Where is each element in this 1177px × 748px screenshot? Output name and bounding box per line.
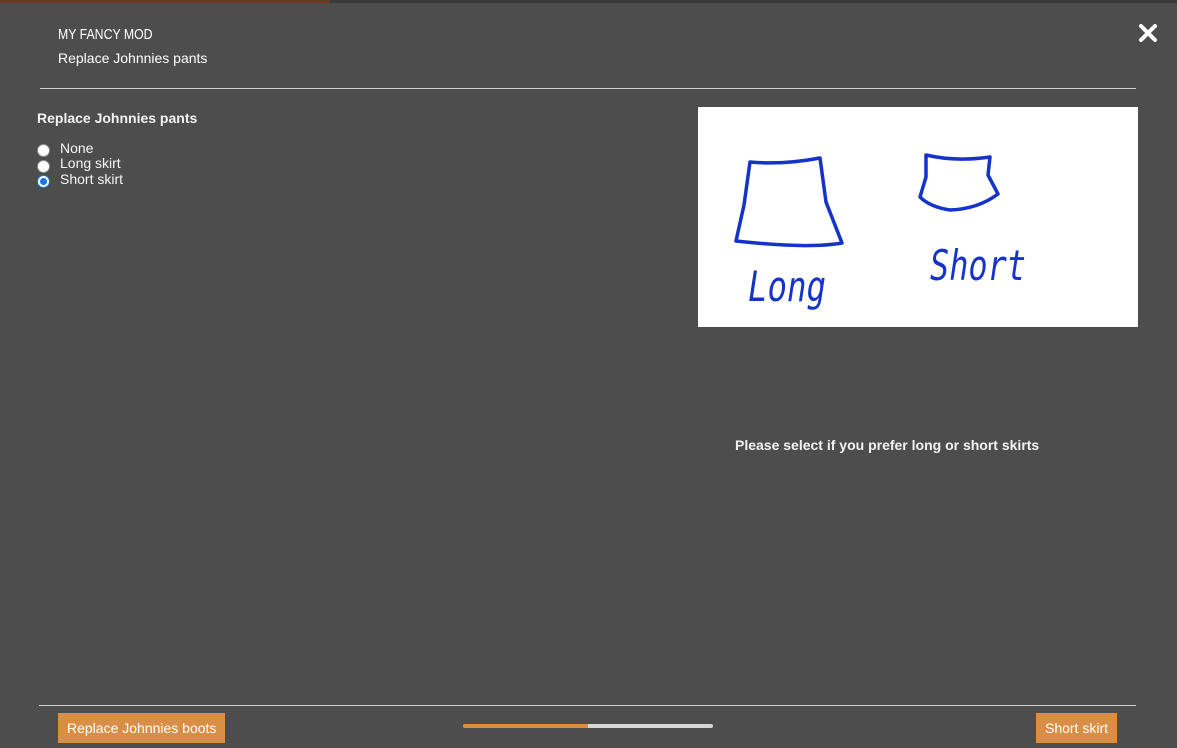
top-strip-accent	[0, 0, 330, 3]
close-icon	[1139, 24, 1157, 42]
option-label: Short skirt	[60, 170, 124, 187]
close-button[interactable]	[1137, 22, 1159, 44]
top-strip	[0, 0, 1177, 3]
option-label: None	[60, 139, 94, 156]
step-description: Please select if you prefer long or shor…	[735, 437, 1040, 453]
next-step-button[interactable]: Short skirt	[1035, 713, 1117, 743]
short-skirt-drawing	[918, 153, 1000, 212]
option-none[interactable]: None	[37, 139, 123, 158]
footer-divider	[39, 705, 1136, 706]
previous-step-button[interactable]: Replace Johnnies boots	[58, 713, 226, 743]
long-skirt-drawing	[734, 156, 844, 248]
group-title: Replace Johnnies pants	[37, 110, 198, 126]
option-list: None Long skirt Short skirt	[37, 139, 124, 189]
preview-image: Long Short	[698, 107, 1138, 327]
skirt-sketch: Long Short	[734, 153, 1026, 311]
long-label: Long	[748, 262, 826, 311]
option-short-skirt[interactable]: Short skirt	[37, 170, 124, 189]
progress-fill	[463, 724, 588, 728]
radio-long-skirt[interactable]	[37, 159, 50, 173]
short-label: Short	[930, 241, 1026, 290]
radio-short-skirt[interactable]	[37, 175, 50, 189]
mod-name: My Fancy Mod	[58, 26, 153, 43]
option-long-skirt[interactable]: Long skirt	[37, 155, 123, 173]
progress-bar	[463, 724, 713, 728]
step-name: Replace Johnnies pants	[58, 50, 208, 66]
header-divider	[40, 88, 1136, 89]
option-label: Long skirt	[60, 155, 121, 172]
